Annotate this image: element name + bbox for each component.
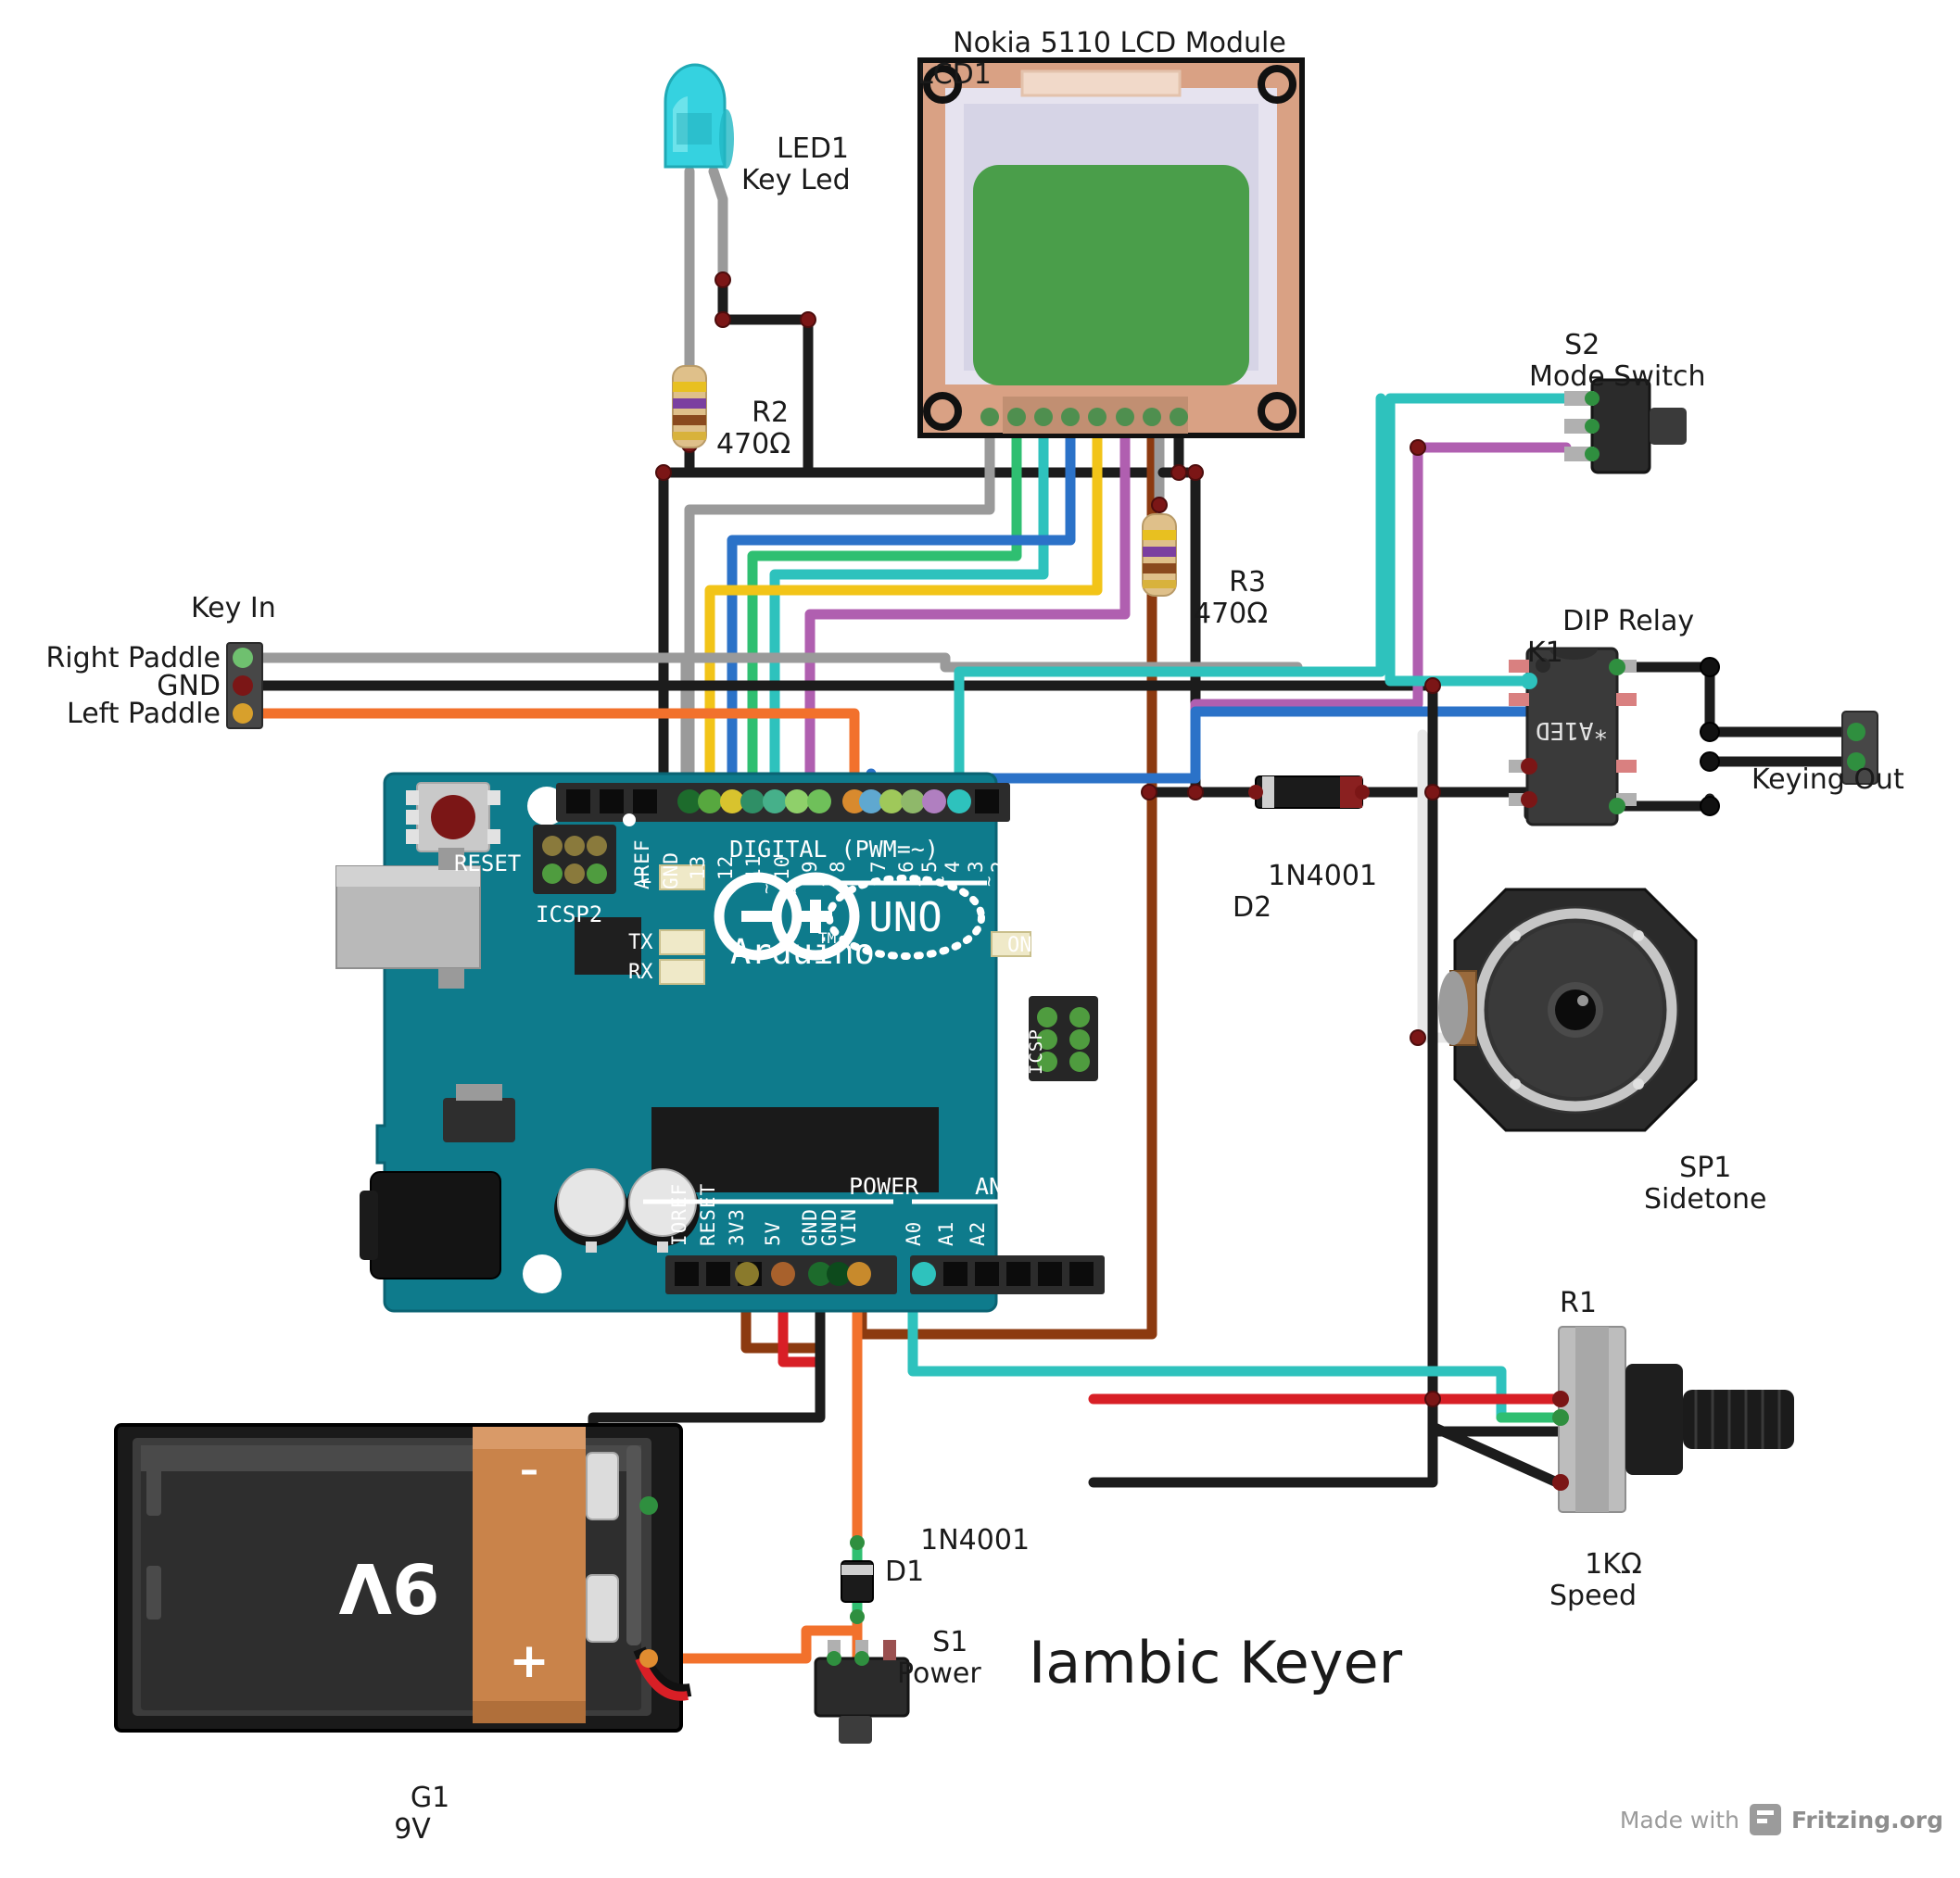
watermark-prefix: Made with bbox=[1619, 1806, 1739, 1834]
icsp-pin1-label: 1 bbox=[1008, 982, 1029, 993]
s2-callout: S2 Mode Switch bbox=[1529, 329, 1706, 394]
key-in-title: Key In bbox=[191, 592, 276, 624]
led-on-label: ON bbox=[1007, 934, 1032, 957]
svg-text:0: 0 bbox=[1038, 803, 1060, 815]
s1-callout: S1 Power bbox=[897, 1626, 981, 1691]
pin-label-3: 3 bbox=[965, 860, 987, 873]
svg-text:▲: ▲ bbox=[1015, 827, 1035, 838]
keying-out-callout: Keying Out bbox=[1751, 763, 1904, 796]
pin-label-rxd: RXD bbox=[1038, 835, 1060, 873]
diagram-title: Iambic Keyer bbox=[1029, 1629, 1403, 1696]
uno-wordmark: UNO bbox=[868, 894, 942, 941]
led-callout: LED1 Key Led bbox=[741, 132, 851, 197]
pin-label-13: 13 bbox=[687, 855, 709, 880]
digital-header-label: DIGITAL (PWM=~) bbox=[729, 836, 939, 863]
pin-label-a4: A4 bbox=[1030, 1221, 1052, 1246]
speaker-callout: SP1 Sidetone bbox=[1644, 1152, 1767, 1216]
r1-value-callout: 1KΩ Speed bbox=[1549, 1548, 1642, 1613]
pin-label-a0: A0 bbox=[903, 1221, 925, 1246]
fritzing-logo-icon bbox=[1749, 1804, 1781, 1835]
lcd-callout: Nokia 5110 LCD Module LCD1 bbox=[917, 27, 1286, 92]
watermark-name: Fritzing.org bbox=[1790, 1806, 1943, 1834]
led-l-label: L bbox=[639, 865, 651, 889]
pin-label-a3: A3 bbox=[998, 1221, 1020, 1246]
svg-text:~: ~ bbox=[756, 884, 777, 894]
pin-label-vin: VIN bbox=[838, 1208, 860, 1246]
pin-label-4: 4 bbox=[942, 860, 964, 873]
pin-label-txd: TXD bbox=[1013, 835, 1035, 873]
pin-label-a5: A5 bbox=[1061, 1221, 1083, 1246]
fritzing-watermark: Made with Fritzing.org bbox=[1620, 1804, 1943, 1835]
pin-label-ioref: IOREF bbox=[668, 1183, 690, 1246]
reset-label: RESET bbox=[454, 851, 521, 876]
led-tx-label: TX bbox=[628, 931, 653, 954]
pin-label-reset: RESET bbox=[697, 1183, 719, 1246]
svg-text:~: ~ bbox=[979, 876, 999, 887]
pin-label-3v3: 3V3 bbox=[726, 1208, 748, 1246]
analog-header-label: ANALOG IN bbox=[975, 1173, 1100, 1200]
svg-text:~: ~ bbox=[909, 876, 929, 887]
pin-label-a2: A2 bbox=[967, 1221, 989, 1246]
d2-callout: 1N4001 D2 bbox=[1233, 860, 1378, 925]
svg-text:~: ~ bbox=[785, 884, 805, 894]
relay-callout: DIP Relay K1 bbox=[1527, 605, 1695, 670]
svg-text:~: ~ bbox=[813, 876, 833, 887]
r2-callout: R2 470Ω bbox=[716, 397, 791, 461]
battery-callout: G1 9V bbox=[394, 1782, 450, 1846]
pin-label-gnd-d: GND bbox=[660, 851, 682, 889]
power-header-label: POWER bbox=[849, 1173, 919, 1200]
pin-label-a1: A1 bbox=[935, 1221, 957, 1246]
fritzing-breadboard-canvas: .w{fill:none;stroke-linecap:round;stroke… bbox=[0, 0, 1960, 1848]
arduino-tm: TM bbox=[818, 929, 836, 947]
pin-label-2: 2 bbox=[988, 860, 1010, 873]
svg-text:◀: ◀ bbox=[1040, 827, 1060, 838]
icsp-label: ICSP bbox=[1026, 1028, 1046, 1075]
svg-text:~: ~ bbox=[932, 876, 953, 887]
svg-text:1: 1 bbox=[1013, 803, 1035, 815]
pin-label-5v: 5V bbox=[762, 1221, 784, 1246]
led-rx-label: RX bbox=[628, 961, 653, 984]
key-in-pin-left-paddle: Left Paddle bbox=[67, 698, 221, 730]
r1-ref-callout: R1 bbox=[1560, 1287, 1597, 1319]
icsp2-label: ICSP2 bbox=[536, 901, 602, 927]
r3-callout: R3 470Ω bbox=[1194, 566, 1269, 631]
arduino-wordmark: Arduino bbox=[730, 932, 875, 972]
